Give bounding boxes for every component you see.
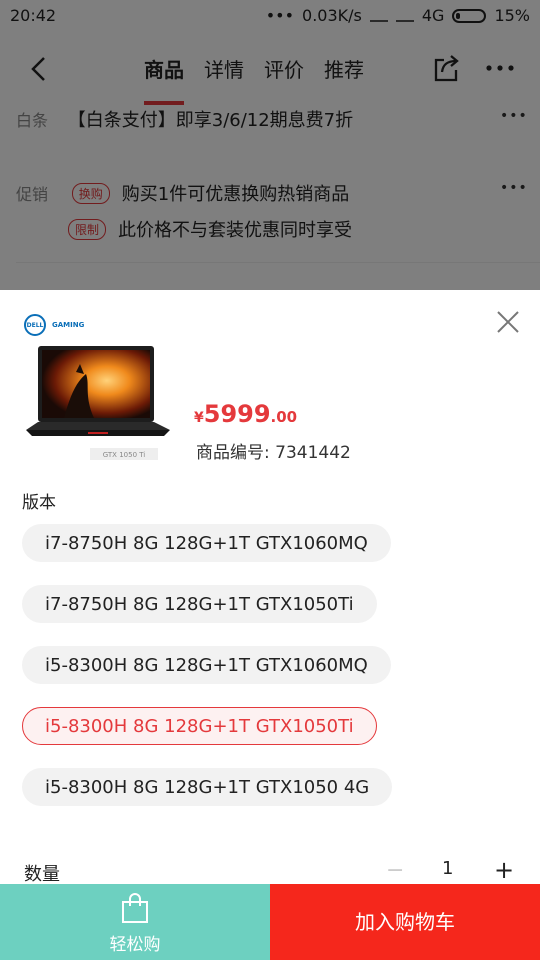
quantity-increase-button[interactable]: + bbox=[494, 856, 514, 884]
dim-overlay[interactable] bbox=[0, 0, 540, 290]
spec-select-sheet: DELL GAMING GTX 1050 Ti ¥5999.00 商品编号: 7… bbox=[0, 290, 540, 885]
version-option[interactable]: i7-8750H 8G 128G+1T GTX1050Ti bbox=[22, 585, 377, 623]
version-option[interactable]: i5-8300H 8G 128G+1T GTX1060MQ bbox=[22, 646, 391, 684]
product-image: GTX 1050 Ti bbox=[26, 346, 170, 460]
version-option[interactable]: i5-8300H 8G 128G+1T GTX1050 4G bbox=[22, 768, 393, 806]
quantity-decrease-button[interactable]: − bbox=[386, 858, 404, 883]
shopping-bag-icon bbox=[122, 893, 148, 923]
version-option-selected[interactable]: i5-8300H 8G 128G+1T GTX1050Ti bbox=[22, 707, 377, 745]
quantity-label: 数量 bbox=[24, 864, 60, 885]
quantity-value[interactable]: 1 bbox=[442, 858, 453, 879]
close-icon[interactable] bbox=[494, 308, 522, 336]
dell-logo: DELL bbox=[24, 314, 46, 336]
price-decimal: .00 bbox=[270, 408, 298, 426]
easy-buy-label: 轻松购 bbox=[109, 935, 161, 955]
add-to-cart-button[interactable]: 加入购物车 bbox=[270, 884, 540, 960]
price-integer: 5999 bbox=[203, 400, 271, 428]
version-option[interactable]: i7-8750H 8G 128G+1T GTX1060MQ bbox=[22, 524, 391, 562]
version-title: 版本 bbox=[22, 493, 56, 513]
easy-buy-button[interactable]: 轻松购 bbox=[0, 884, 270, 960]
product-sku: 商品编号: 7341442 bbox=[196, 443, 351, 463]
price: ¥5999.00 bbox=[194, 400, 297, 428]
brand-logo: DELL GAMING bbox=[24, 314, 84, 336]
price-symbol: ¥ bbox=[194, 410, 204, 426]
brand-subtitle: GAMING bbox=[52, 321, 85, 329]
product-badge: GTX 1050 Ti bbox=[103, 451, 146, 459]
